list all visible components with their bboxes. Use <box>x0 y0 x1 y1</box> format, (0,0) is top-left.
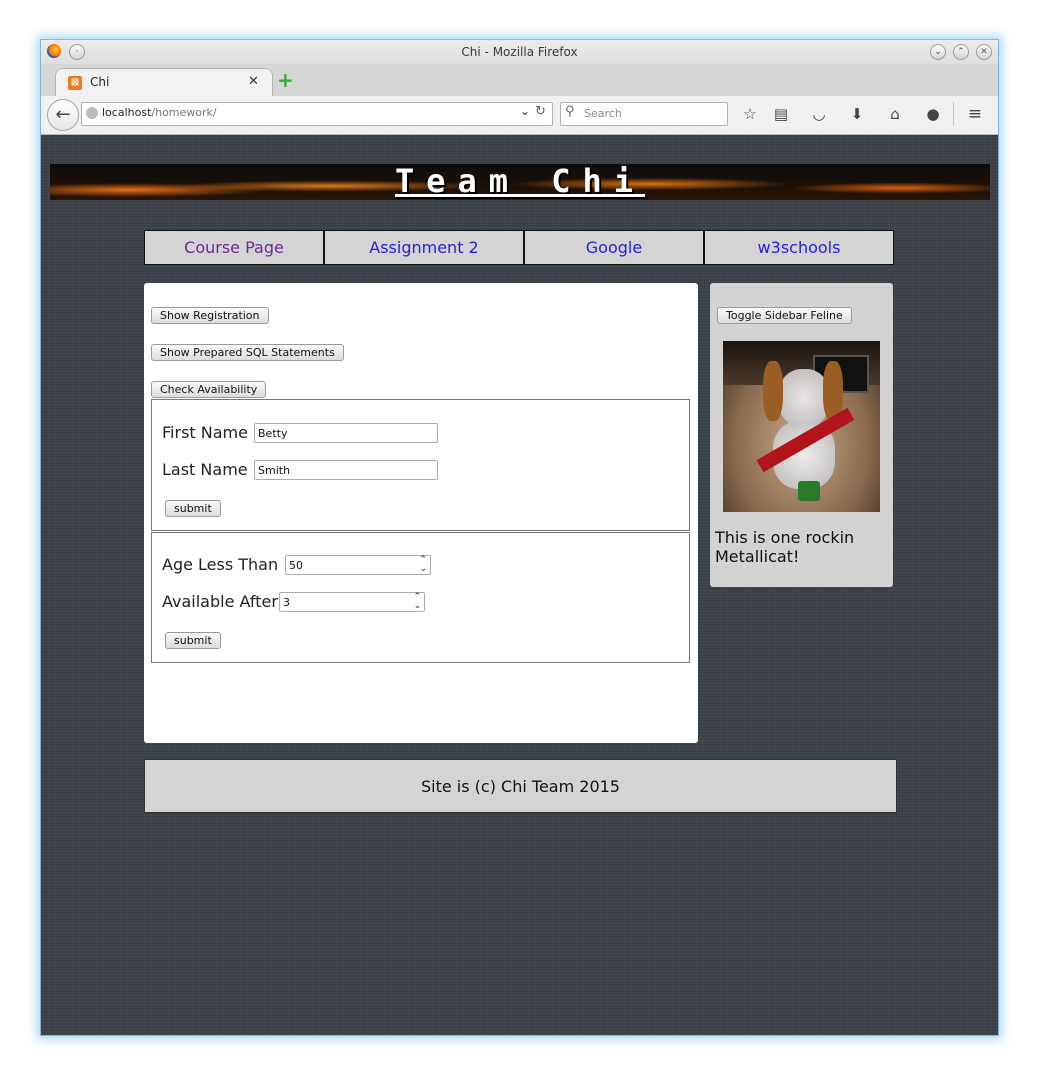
available-value: 3 <box>283 596 290 609</box>
check-availability-button[interactable]: Check Availability <box>151 381 267 398</box>
tab-title: Chi <box>90 75 110 89</box>
nav-course-page[interactable]: Course Page <box>144 230 324 265</box>
search-input[interactable]: ⚲ Search <box>560 102 728 126</box>
chevron-down-icon[interactable]: ⌄ <box>520 104 530 118</box>
nav-google[interactable]: Google <box>524 230 704 265</box>
age-less-than-label: Age Less Than <box>162 555 279 574</box>
name-form: First Name Betty Last Name Smith submit <box>151 399 690 531</box>
nav-assignment-2[interactable]: Assignment 2 <box>324 230 524 265</box>
spin-arrows-icon[interactable]: ⌃ ⌄ <box>419 556 427 574</box>
url-path: /homework/ <box>151 106 217 119</box>
available-after-stepper[interactable]: 3 ⌃ ⌄ <box>279 592 425 612</box>
url-text: localhost/homework/ <box>102 106 217 119</box>
metallicat-image <box>723 341 880 512</box>
site-banner: Team Chi <box>50 162 990 200</box>
age-value: 50 <box>289 559 303 572</box>
home-icon[interactable]: ⌂ <box>884 104 906 124</box>
toggle-sidebar-feline-button[interactable]: Toggle Sidebar Feline <box>717 307 852 324</box>
url-bar[interactable]: localhost/homework/ ⌄ ↻ <box>81 102 553 126</box>
navigation-bar: ← localhost/homework/ ⌄ ↻ ⚲ Search ☆ ▤ ◡… <box>41 96 998 135</box>
footer: Site is (c) Chi Team 2015 <box>144 759 897 813</box>
first-name-field[interactable]: Betty <box>254 423 438 443</box>
reload-icon[interactable]: ↻ <box>535 104 546 119</box>
close-tab-icon[interactable]: ✕ <box>248 74 259 89</box>
minimize-button[interactable]: ⌄ <box>930 44 946 60</box>
tab-bar: ⊠ Chi ✕ + <box>41 64 998 97</box>
site-title: Team Chi <box>394 162 646 200</box>
sidebar: Toggle Sidebar Feline This is one rockin… <box>710 283 893 587</box>
pocket-icon[interactable]: ◡ <box>808 104 830 124</box>
sidebar-caption: This is one rockin Metallicat! <box>715 528 855 566</box>
search-placeholder: Search <box>584 107 622 120</box>
hamburger-menu-icon[interactable]: ≡ <box>964 104 986 124</box>
age-less-than-stepper[interactable]: 50 ⌃ ⌄ <box>285 555 431 575</box>
back-button[interactable]: ← <box>47 99 79 131</box>
reading-list-icon[interactable]: ▤ <box>770 104 792 124</box>
new-tab-icon[interactable]: + <box>277 68 294 92</box>
name-submit-button[interactable]: submit <box>165 500 221 517</box>
availability-submit-button[interactable]: submit <box>165 632 221 649</box>
maximize-button[interactable]: ⌃ <box>953 44 969 60</box>
toolbar-divider <box>953 102 954 126</box>
last-name-label: Last Name <box>162 460 248 479</box>
window-title: Chi - Mozilla Firefox <box>461 45 578 59</box>
globe-icon <box>86 107 98 119</box>
bookmark-star-icon[interactable]: ☆ <box>739 104 761 124</box>
show-sql-button[interactable]: Show Prepared SQL Statements <box>151 344 344 361</box>
tab-chi[interactable]: ⊠ Chi ✕ <box>55 68 273 97</box>
close-window-button[interactable]: ✕ <box>976 44 992 60</box>
url-host: localhost <box>102 106 152 119</box>
spin-arrows-icon[interactable]: ⌃ ⌄ <box>413 593 421 611</box>
page-content: Team Chi Course Page Assignment 2 Google… <box>41 135 998 1035</box>
available-after-label: Available After <box>162 592 278 611</box>
main-panel: Show Registration Show Prepared SQL Stat… <box>144 283 698 743</box>
browser-window: · Chi - Mozilla Firefox ⌄ ⌃ ✕ ⊠ Chi ✕ + … <box>40 39 999 1036</box>
search-icon: ⚲ <box>565 104 575 119</box>
chat-icon[interactable]: ● <box>922 104 944 124</box>
favicon-icon: ⊠ <box>68 76 82 90</box>
first-name-label: First Name <box>162 423 248 442</box>
availability-form: Age Less Than 50 ⌃ ⌄ Available After 3 ⌃ ⌄… <box>151 532 690 663</box>
title-bar: · Chi - Mozilla Firefox ⌄ ⌃ ✕ <box>41 40 998 64</box>
show-registration-button[interactable]: Show Registration <box>151 307 269 324</box>
last-name-field[interactable]: Smith <box>254 460 438 480</box>
download-icon[interactable]: ⬇ <box>846 104 868 124</box>
nav-w3schools[interactable]: w3schools <box>704 230 894 265</box>
